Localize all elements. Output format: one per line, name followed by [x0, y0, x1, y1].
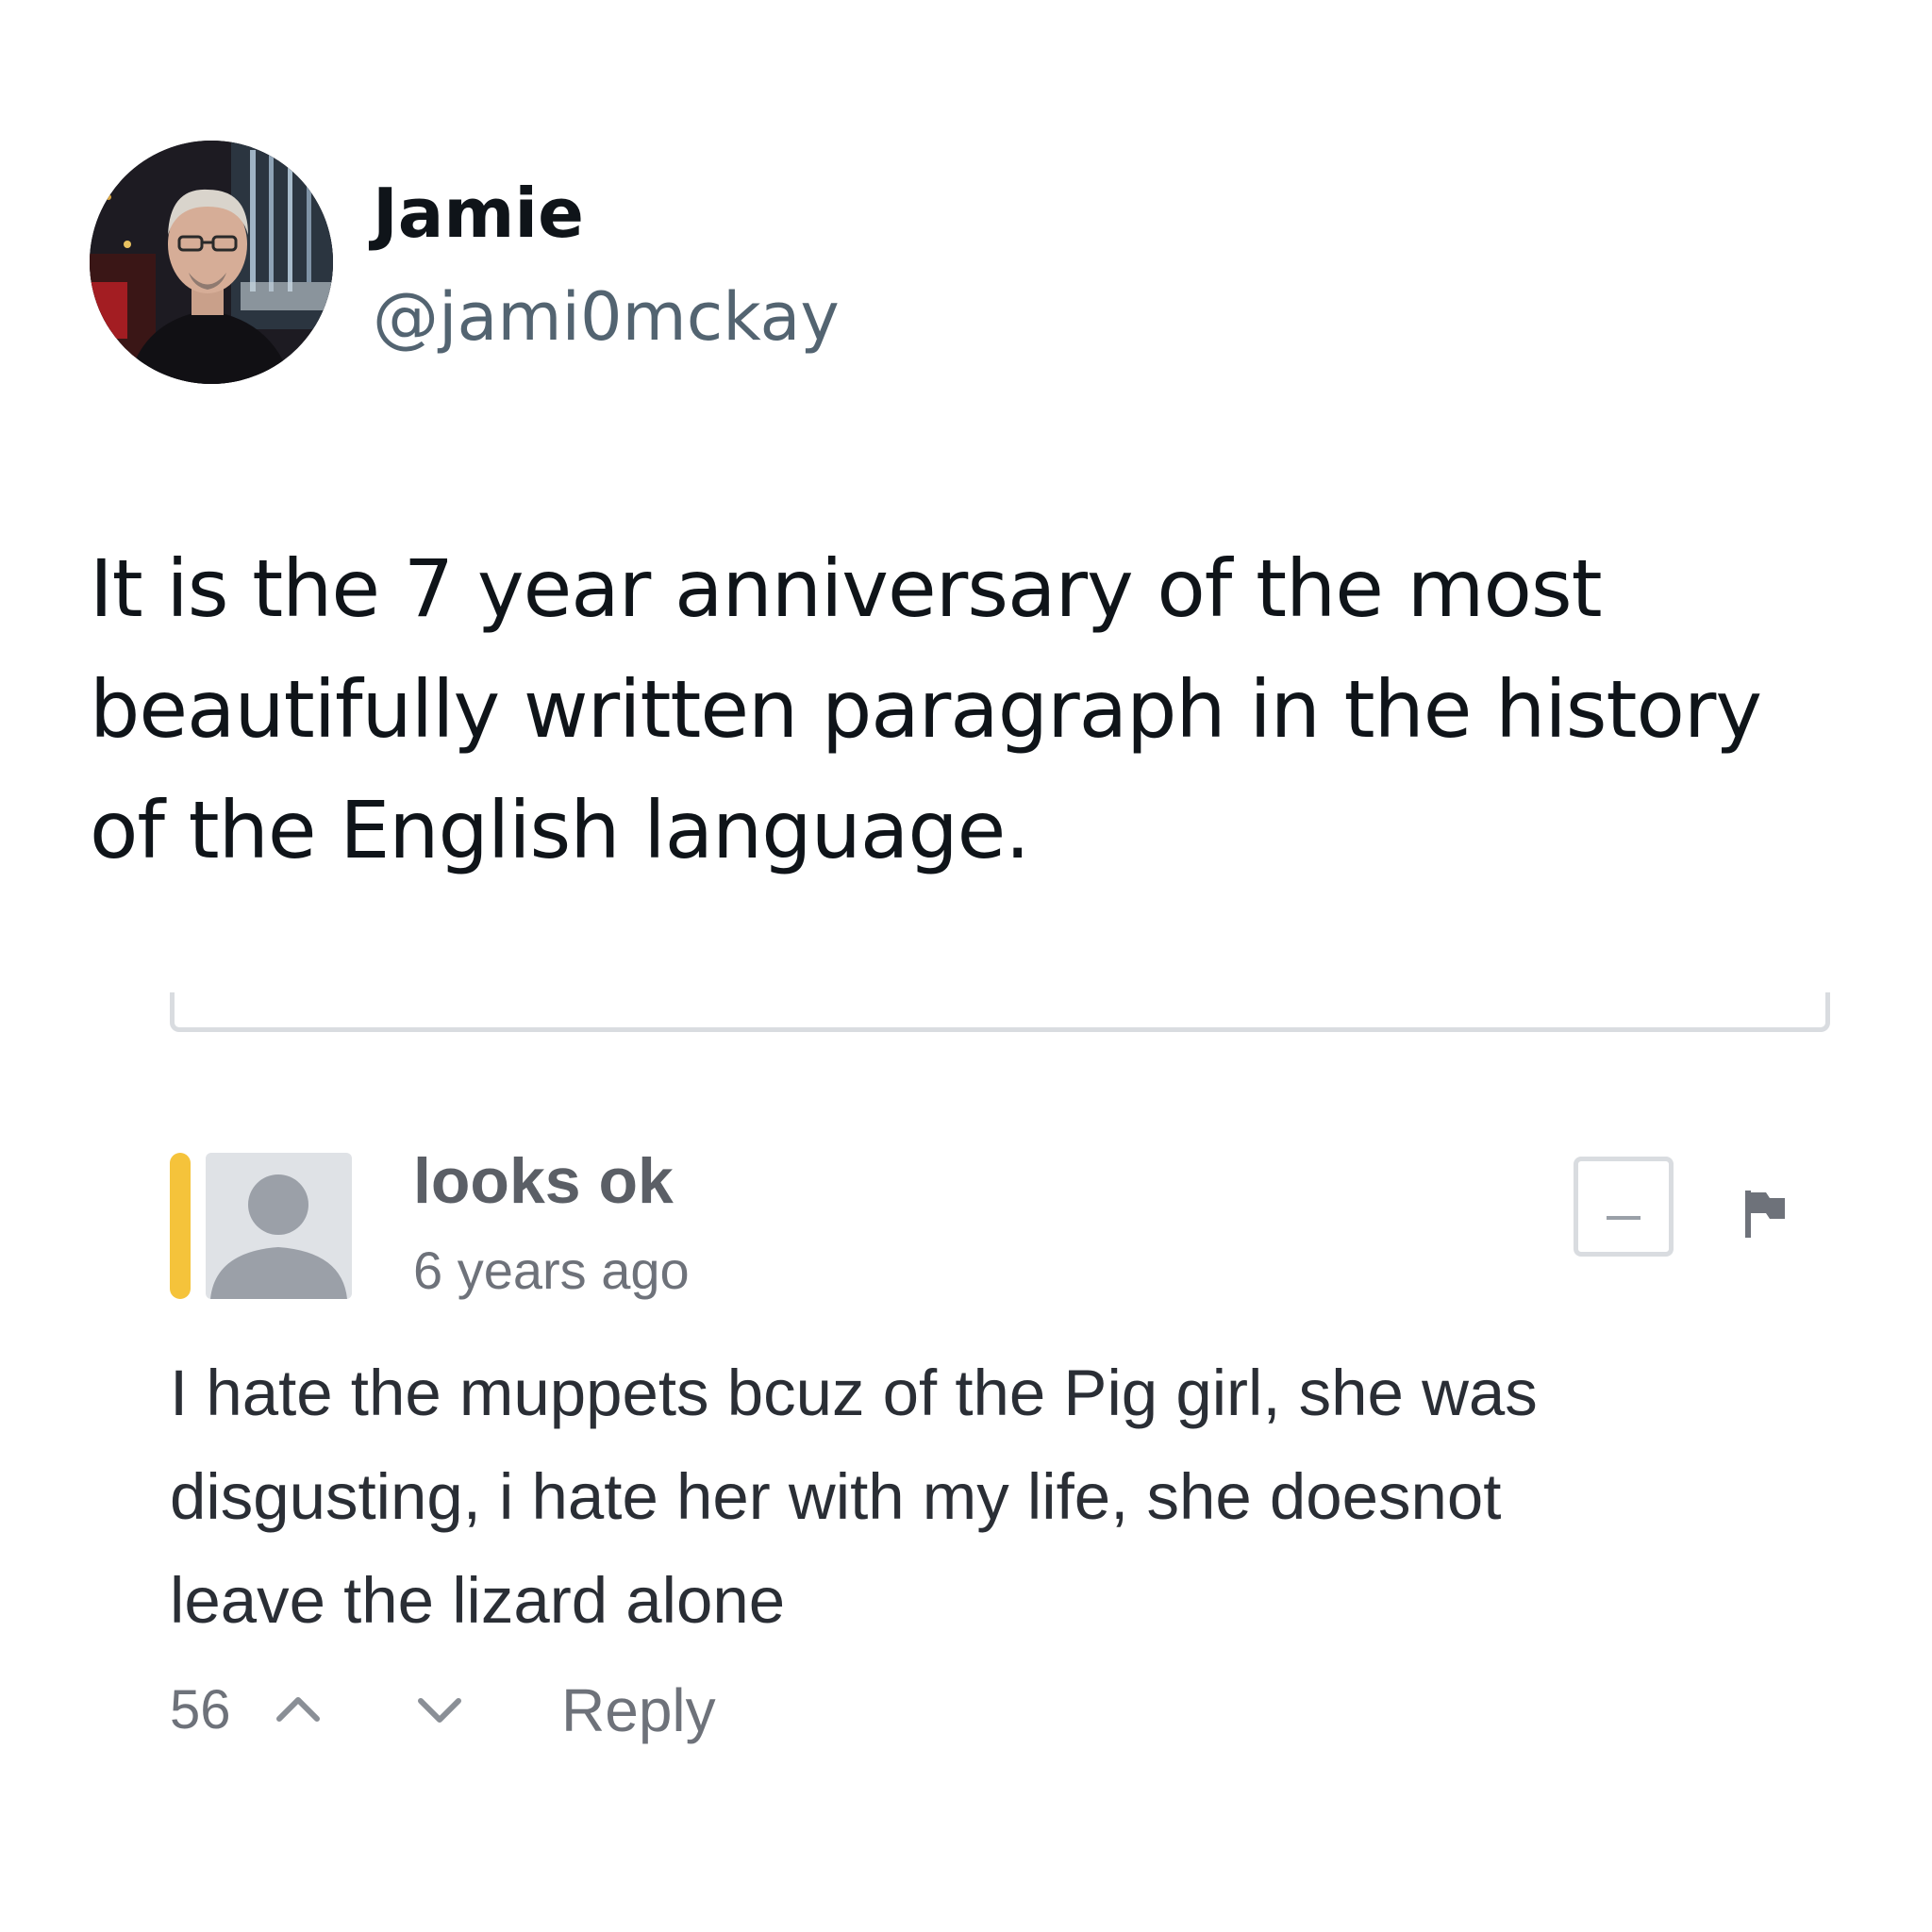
collapse-button[interactable]	[1574, 1157, 1674, 1257]
author-avatar[interactable]	[90, 141, 333, 384]
chevron-down-icon	[418, 1698, 461, 1723]
downvote-button[interactable]	[411, 1691, 468, 1729]
author-handle[interactable]: @jami0mckay	[373, 272, 840, 362]
comment-body-line: disgusting, i hate her with my life, she…	[170, 1460, 1502, 1533]
default-user-icon	[210, 1174, 347, 1299]
tweet-text: It is the 7 year anniversary of the most…	[90, 528, 1863, 891]
flag-button[interactable]	[1741, 1187, 1789, 1240]
tweet-text-line: beautifully written paragraph in the his…	[90, 663, 1762, 756]
flag-icon	[1745, 1191, 1785, 1238]
commenter-avatar	[206, 1153, 352, 1299]
profile-photo-icon	[90, 141, 333, 384]
tweet-text-line: It is the 7 year anniversary of the most	[90, 542, 1603, 635]
comment-body-line: I hate the muppets bcuz of the Pig girl,…	[170, 1357, 1538, 1429]
tweet-text-line: of the English language.	[90, 784, 1030, 876]
comment-accent-bar	[170, 1153, 191, 1299]
embedded-frame-divider	[170, 992, 1830, 1032]
comment-timestamp: 6 years ago	[413, 1241, 690, 1300]
vote-count: 56	[170, 1679, 231, 1740]
chevron-up-icon	[276, 1697, 320, 1722]
upvote-button[interactable]	[270, 1689, 326, 1726]
author-name[interactable]: Jamie	[373, 168, 584, 258]
minus-icon	[1607, 1216, 1641, 1220]
comment-body: I hate the muppets bcuz of the Pig girl,…	[170, 1341, 1868, 1653]
reply-button[interactable]: Reply	[561, 1675, 716, 1745]
comment-body-line: leave the lizard alone	[170, 1564, 786, 1637]
commenter-name: looks ok	[413, 1145, 674, 1217]
